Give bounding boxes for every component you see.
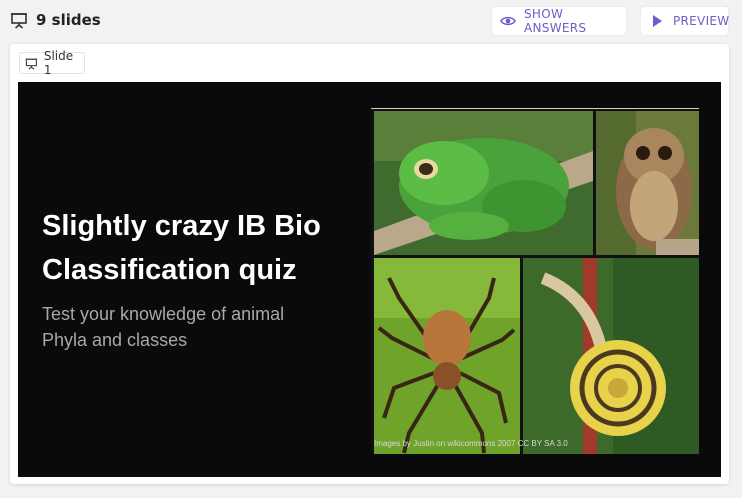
show-answers-button[interactable]: SHOW ANSWERS [492,7,626,35]
top-bar: 9 slides SHOW ANSWERS PREVIEW [0,0,742,44]
show-answers-label: SHOW ANSWERS [524,7,587,35]
presentation-icon [25,58,38,70]
snail-image [523,258,699,454]
slide-title-line-1: Slightly crazy IB Bio [42,210,321,242]
play-icon [653,15,662,27]
preview-label: PREVIEW [673,14,730,28]
presentation-icon [11,13,27,29]
slide-subtitle: Test your knowledge of animal Phyla and … [42,301,342,353]
eye-icon [500,16,516,26]
slide-count-label: 9 slides [36,11,101,29]
animal-collage: Images by Justin on wikicommons 2007 CC … [371,108,699,454]
slide-subtitle-line-2: Phyla and classes [42,330,188,350]
slide-chip[interactable]: Slide 1 [19,49,85,77]
owl-image [596,111,699,255]
slide-count: 9 slides [10,11,101,29]
slide-title-line-2: Classification quiz [42,254,297,286]
image-credit: Images by Justin on wikicommons 2007 CC … [374,439,568,448]
slide-chip-label: Slide 1 [43,49,74,77]
slide-card[interactable]: Slide 1 Slightly crazy IB Bio Classifica… [10,44,729,484]
slide-title: Slightly crazy IB Bio Classification qui… [42,204,362,292]
frog-image [374,111,593,255]
preview-button[interactable]: PREVIEW [641,7,730,35]
spider-image [374,258,520,454]
slide-preview[interactable]: Slightly crazy IB Bio Classification qui… [18,82,721,477]
slide-subtitle-line-1: Test your knowledge of animal [42,304,285,324]
